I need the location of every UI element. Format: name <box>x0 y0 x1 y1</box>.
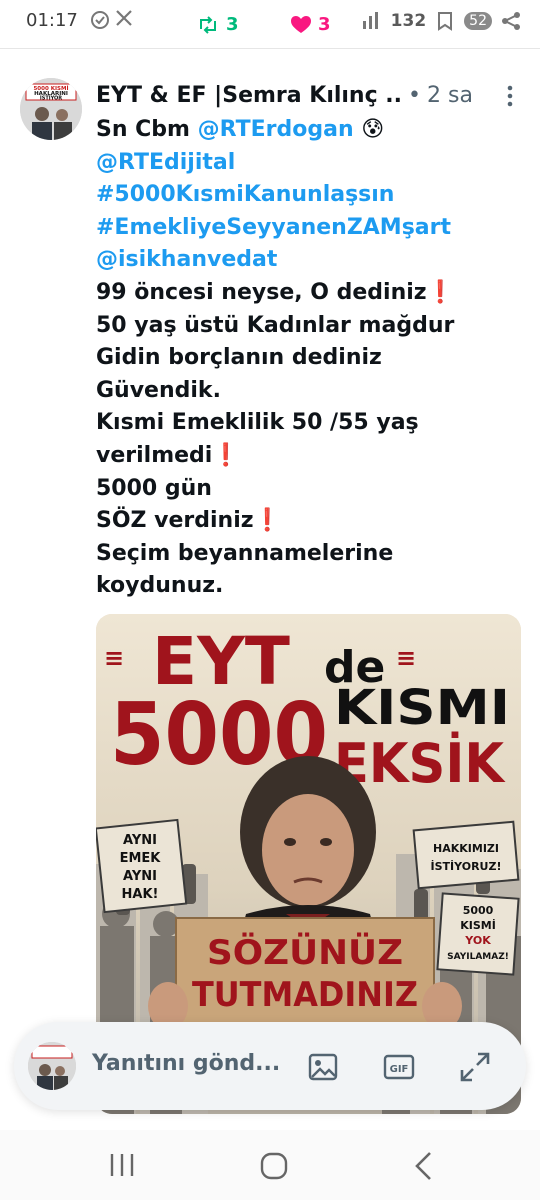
retweet-icon <box>200 15 216 34</box>
tweet-line: @RTEdijital <box>96 147 526 180</box>
tweet-line: SÖZ verdiniz❗ <box>96 508 281 534</box>
tweet-line: Gidin borçlanın dediniz <box>96 345 382 371</box>
sign-right-bottom: 5000 KISMİ YOK SAYILAMAZ! <box>436 892 520 976</box>
tweet-line: koydunuz. <box>96 573 224 599</box>
bookmark-icon <box>438 12 453 31</box>
sign-left: AYNI EMEK AYNI HAK! <box>96 818 188 914</box>
sign-right-bottom-line: YOK <box>464 934 491 947</box>
author-name[interactable]: EYT & EF |Semra Kılınç .. <box>96 83 402 108</box>
tweet-line: 50 yaş üstü Kadınlar mağdur <box>96 312 455 338</box>
reply-input[interactable]: Yanıtını gönd... <box>92 1051 280 1076</box>
tweet-line: #5000KısmiKanunlaşsın <box>96 179 526 212</box>
heart-icon <box>291 15 311 33</box>
tweet-line: verilmedi❗ <box>96 442 240 468</box>
tweet-line: Seçim beyannamelerine <box>96 540 394 566</box>
tweet-line: @isikhanvedat <box>96 244 526 277</box>
share-icon <box>502 12 520 30</box>
status-bar: 01:17 3 3 132 52 <box>0 0 540 48</box>
reply-bar: Yanıtını gönd... GIF <box>14 1022 526 1110</box>
home-icon[interactable] <box>254 1146 294 1186</box>
svg-text:≡: ≡ <box>104 644 124 672</box>
sign-left-line: EMEK <box>120 851 162 866</box>
author-avatar[interactable]: 5000 KISMİ HAKLARINI İSTİYOR <box>20 78 82 140</box>
tweet-line: 5000 gün <box>96 475 212 501</box>
sign-left-line: AYNI <box>123 869 157 884</box>
sign-right-top-line: İSTİYORUZ! <box>431 859 502 873</box>
sign-right-bottom-line: 5000 <box>463 904 494 917</box>
views-bar-icon <box>362 12 378 29</box>
sign-left-line: HAK! <box>122 887 159 902</box>
sign-right-bottom-line: SAYILAMAZ! <box>447 952 509 962</box>
tweet-line: 99 öncesi neyse, O dediniz❗ <box>96 279 454 305</box>
tweet-line: Güvendik. <box>96 377 221 403</box>
main-sign-line: TUTMADINIZ <box>192 975 418 1015</box>
gif-button[interactable]: GIF <box>382 1050 416 1084</box>
expand-icon[interactable] <box>458 1050 492 1084</box>
more-options-icon[interactable] <box>500 84 520 108</box>
x-logo-icon <box>114 8 138 32</box>
tweet-text: Sn Cbm <box>96 117 198 142</box>
back-icon[interactable] <box>404 1146 444 1186</box>
hashtag-link[interactable]: #5000KısmiKanunlaşsın <box>96 182 394 207</box>
like-count-label: 3 <box>318 14 331 35</box>
tweet-body: Sn Cbm @RTErdogan 😰 @RTEdijital #5000Kıs… <box>96 114 526 603</box>
image-upload-icon[interactable] <box>306 1050 340 1084</box>
sync-notification-icon <box>88 8 112 32</box>
system-nav-bar <box>0 1130 540 1200</box>
retweet-count[interactable]: 3 <box>196 14 239 35</box>
headline-kismi: KISMI <box>334 680 510 736</box>
tweet-line: #EmekliyeSeyyanenZAMşart <box>96 212 526 245</box>
header-separator: • <box>408 82 421 108</box>
main-sign: SÖZÜNÜZ TUTMADINIZ <box>148 917 462 1039</box>
notification-badge: 52 <box>464 12 492 30</box>
sign-right-bottom-line: KISMİ <box>460 918 496 932</box>
status-time: 01:17 <box>26 10 78 31</box>
status-right-cluster: 132 52 <box>361 10 522 32</box>
header-divider <box>0 48 540 49</box>
like-count[interactable]: 3 <box>290 14 331 35</box>
tweet-time[interactable]: 2 sa <box>427 83 473 108</box>
recent-apps-icon[interactable] <box>102 1146 142 1186</box>
mention-link[interactable]: @RTEdijital <box>96 150 235 175</box>
svg-text:≡: ≡ <box>396 644 416 672</box>
main-sign-line: SÖZÜNÜZ <box>207 932 403 973</box>
gif-label: GIF <box>390 1064 409 1075</box>
views-count: 132 <box>390 11 427 31</box>
mention-link[interactable]: @isikhanvedat <box>96 247 277 272</box>
mention-link[interactable]: @RTErdogan <box>198 117 354 142</box>
retweet-count-label: 3 <box>226 14 239 35</box>
sign-right-top: HAKKIMIZI İSTİYORUZ! <box>412 820 520 890</box>
tweet-text: 😰 <box>353 117 385 142</box>
sign-left-line: AYNI <box>123 833 157 848</box>
tweet-header: EYT & EF |Semra Kılınç .. • 2 sa <box>96 78 526 112</box>
tweet-line: Sn Cbm @RTErdogan 😰 <box>96 114 526 147</box>
avatar-banner-line: İSTİYOR <box>40 95 62 102</box>
tweet-line: Kısmi Emeklilik 50 /55 yaş <box>96 410 419 436</box>
hashtag-link[interactable]: #EmekliyeSeyyanenZAMşart <box>96 215 451 240</box>
sign-right-top-line: HAKKIMIZI <box>433 842 499 855</box>
reply-avatar <box>28 1042 76 1090</box>
